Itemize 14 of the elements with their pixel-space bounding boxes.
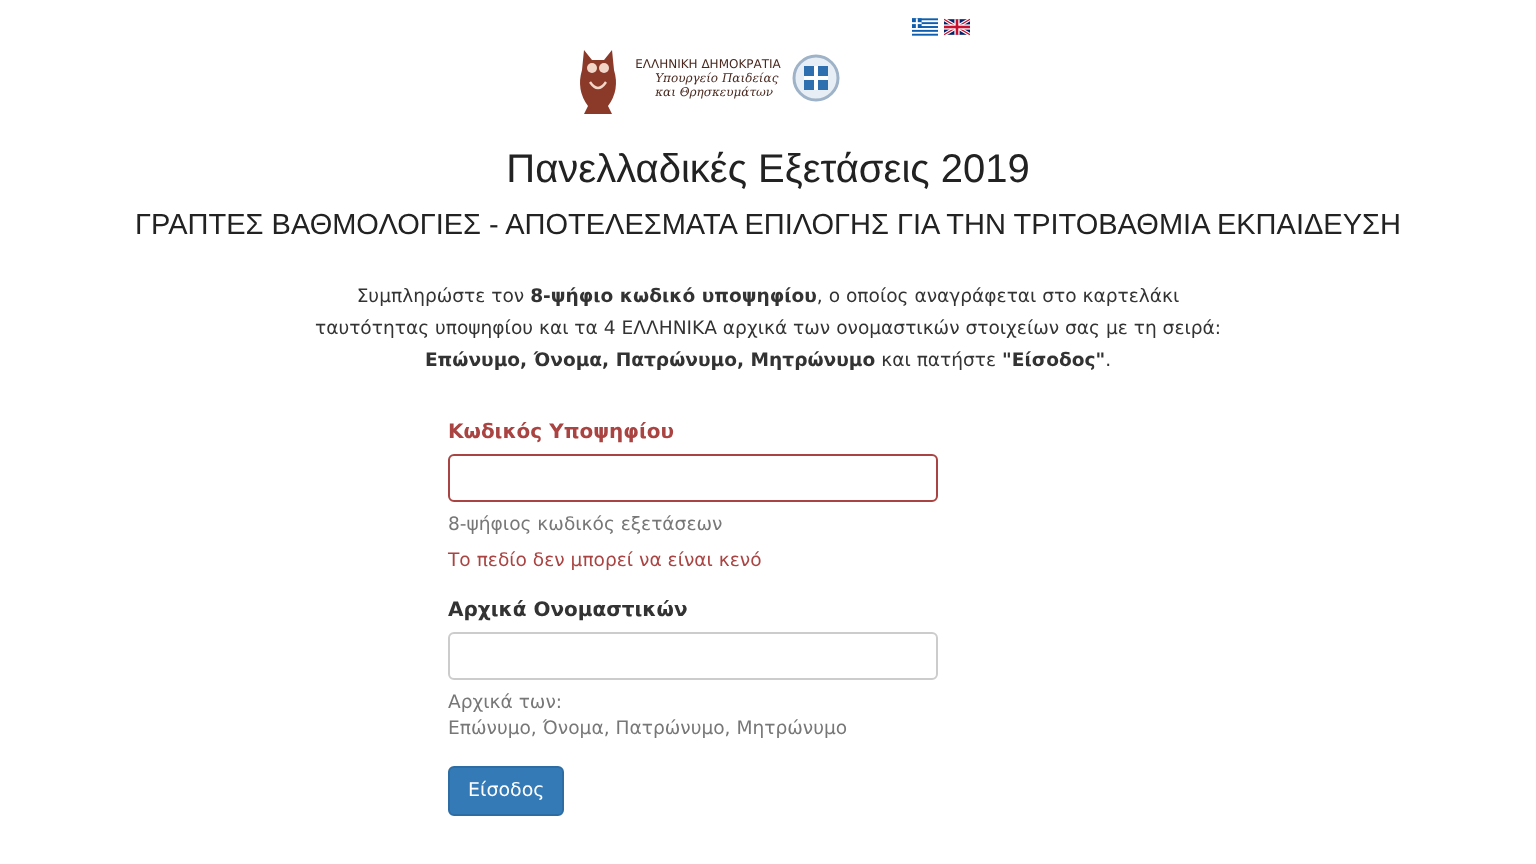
emblem-icon	[792, 54, 841, 102]
field-label: Κωδικός Υποψηφίου	[448, 422, 675, 444]
input-field[interactable]	[448, 454, 938, 502]
greek-flag-icon[interactable]	[912, 18, 938, 36]
help-text: 8-ψήφιος κωδικός εξετάσεων	[448, 512, 723, 538]
page-subtitle: ΓΡΑΠΤΕΣ ΒΑΘΜΟΛΟΓΙΕΣ - ΑΠΟΤΕΛΕΣΜΑΤΑ ΕΠΙΛΟΓΗΣ ΓΙΑ ΤΗΝ ΤΡΙΤΟΒΑΘΜΙΑ ΕΚΠΑΙΔΕΥΣΗ	[135, 210, 1401, 242]
field-label: Αρχικά Ονομαστικών	[448, 600, 688, 622]
error-message: Το πεδίο δεν μπορεί να είναι κενό	[448, 550, 762, 572]
help-text: Επώνυμο, Όνομα, Πατρώνυμο, Μητρώνυμο	[448, 716, 848, 742]
instructions-text: Συμπληρώστε τον 8-ψήφιο κωδικό υποψηφίου, ο οποίος αναγράφεται στο καρτελάκι ταυτότητας υποψηφίου και τα 4 ΕΛΛΗΝΙΚΑ αρχικά των ονομαστικών στοιχείων σας με τη σειρά: Επώνυμο, Όνομα, Πατρώνυμο, Μητρώνυμο και πατήστε "Είσοδος".	[314, 284, 1222, 376]
uk-flag-icon[interactable]	[944, 18, 970, 36]
submit-button[interactable]: Είσοδος	[448, 766, 565, 816]
help-text: Αρχικά των:	[448, 690, 563, 716]
page-title: Πανελλαδικές Εξετάσεις 2019	[506, 148, 1030, 194]
